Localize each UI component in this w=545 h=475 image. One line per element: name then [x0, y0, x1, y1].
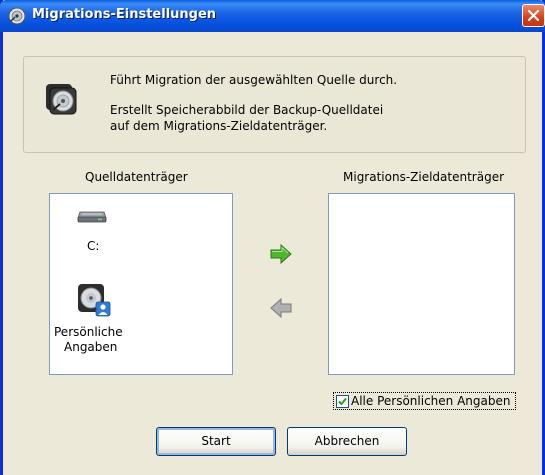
source-list-label: Quelldatenträger: [85, 170, 188, 184]
arrow-right-icon: [270, 243, 292, 265]
info-description-1: Führt Migration der ausgewählten Quelle …: [110, 73, 398, 87]
all-personal-data-checkbox[interactable]: [336, 395, 349, 408]
disk-icon: [44, 82, 78, 116]
title-bar[interactable]: Migrations-Einstellungen: [0, 0, 545, 32]
personal-disk-icon: [76, 282, 112, 321]
checkmark-icon: [338, 397, 347, 406]
add-to-target-button[interactable]: [268, 243, 294, 265]
arrow-left-icon: [270, 297, 292, 319]
target-list-label: Migrations-Zieldatenträger: [343, 170, 505, 184]
remove-from-target-button[interactable]: [268, 297, 294, 319]
personal-data-label-line2: Angaben: [64, 340, 118, 354]
hard-drive-icon: [76, 206, 108, 227]
info-description-3: auf dem Migrations-Zieldatenträger.: [110, 119, 328, 133]
source-disk-list[interactable]: C: Persönliche Angaben: [49, 193, 233, 375]
all-personal-data-option[interactable]: Alle Persönlichen Angaben: [333, 392, 516, 410]
start-button[interactable]: Start: [156, 427, 276, 456]
info-panel: Führt Migration der ausgewählten Quelle …: [23, 56, 526, 153]
migration-settings-dialog: Migrations-Einstellungen Führt Migration…: [0, 0, 545, 475]
list-item-personal-data[interactable]: Persönliche Angaben: [54, 280, 134, 365]
personal-data-label-line1: Persönliche: [54, 325, 123, 339]
disk-settings-icon: [8, 7, 26, 25]
close-icon: [527, 9, 540, 22]
info-description-2: Erstellt Speicherabbild der Backup-Quell…: [110, 103, 384, 117]
window-title: Migrations-Einstellungen: [32, 7, 217, 22]
list-item-drive-c[interactable]: C:: [72, 202, 112, 262]
close-button[interactable]: [522, 4, 545, 27]
target-disk-list[interactable]: [328, 193, 515, 375]
cancel-button[interactable]: Abbrechen: [287, 427, 407, 456]
all-personal-data-label: Alle Persönlichen Angaben: [351, 394, 511, 408]
drive-c-label: C:: [87, 239, 100, 253]
